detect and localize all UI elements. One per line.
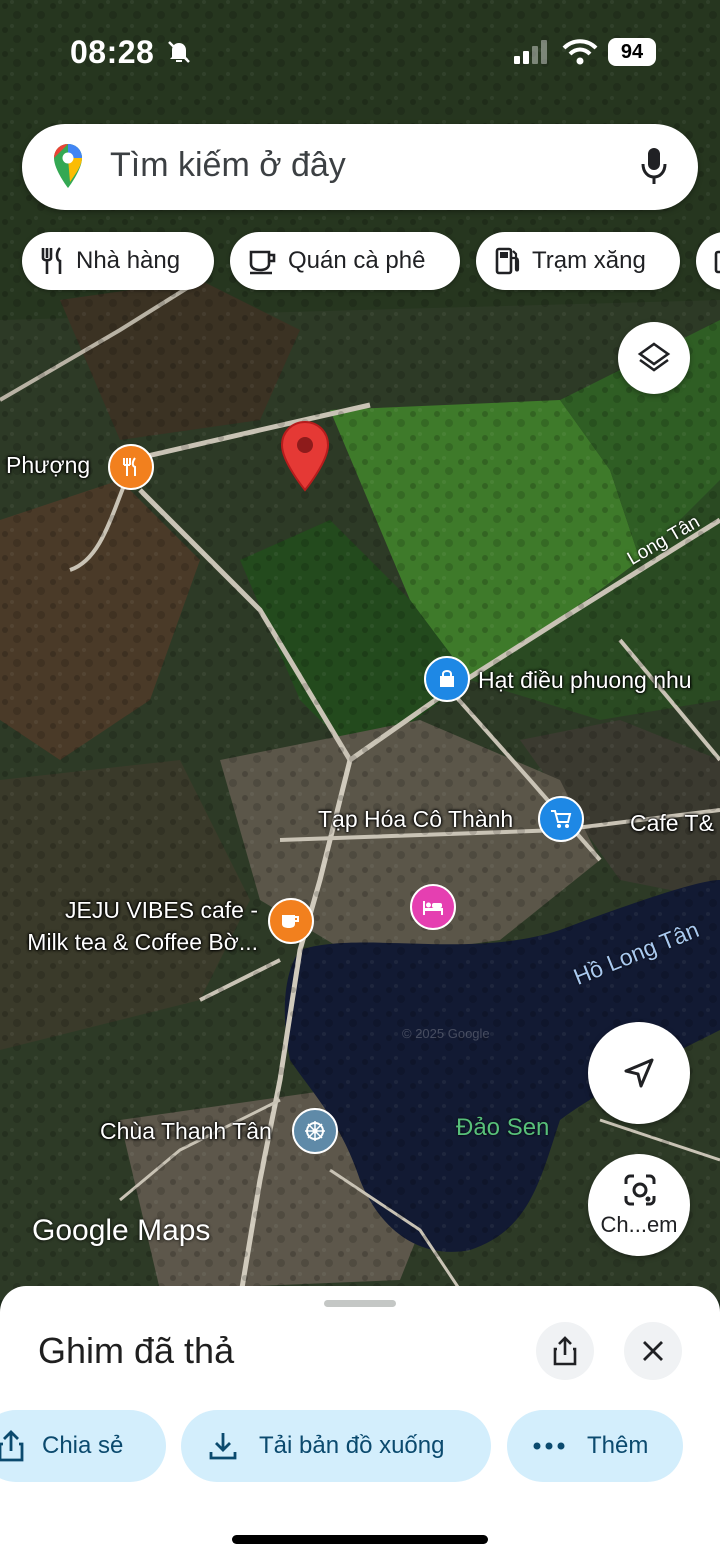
camera-lens-icon [624,1174,656,1206]
search-bar[interactable]: Tìm kiếm ở đây [22,124,698,210]
layers-button[interactable] [618,322,690,394]
restaurant-icon [41,247,62,274]
camera-search-button[interactable]: Ch...em [588,1154,690,1256]
chip-more[interactable] [696,232,720,290]
place-label-line1: JEJU VIBES cafe - [64,897,258,923]
my-location-button[interactable] [588,1022,690,1124]
chip-label: Nhà hàng [76,247,181,274]
coffee-icon [249,250,276,275]
cart-icon[interactable] [538,796,584,842]
place-label[interactable]: Chùa Thanh Tân [100,1118,272,1145]
chip-label: Quán cà phê [288,247,426,274]
download-icon [209,1433,237,1460]
shopping-bag-icon[interactable] [424,656,470,702]
coffee-icon[interactable] [268,898,314,944]
layers-icon [637,342,671,372]
home-indicator[interactable] [232,1535,488,1544]
island-label: Đảo Sen [456,1114,550,1141]
status-bar: 08:28 94 [0,0,720,100]
place-label[interactable]: JEJU VIBES cafe - Milk tea & Coffee Bờ..… [6,894,258,958]
share-icon [553,1336,577,1366]
more-dots-icon [533,1442,565,1450]
dropped-pin-icon[interactable] [280,420,330,492]
wifi-icon [562,39,598,65]
chip-label: Trạm xăng [532,247,646,274]
close-button[interactable] [624,1322,682,1380]
chip-restaurants[interactable]: Nhà hàng [22,232,214,290]
bell-slash-icon [168,41,190,63]
action-label: Tải bản đồ xuống [259,1432,445,1459]
dharma-wheel-icon[interactable] [292,1108,338,1154]
hotel-icon[interactable] [410,884,456,930]
place-label[interactable]: Cafe T& [630,810,714,837]
google-maps-pin-icon [54,144,82,188]
category-chips: Nhà hàng Quán cà phê Trạm xăng [0,232,720,292]
download-map-button[interactable]: Tải bản đồ xuống [181,1410,491,1482]
navigation-arrow-icon [624,1058,654,1088]
share-button[interactable] [536,1322,594,1380]
restaurant-icon[interactable] [108,444,154,490]
place-label[interactable]: Tạp Hóa Cô Thành [318,806,513,833]
chip-cafes[interactable]: Quán cà phê [230,232,460,290]
status-time: 08:28 [70,34,155,70]
place-label[interactable]: Hạt điều phuong nhu [478,667,692,694]
more-button[interactable]: Thêm [507,1410,683,1482]
signal-icon [514,40,547,64]
close-icon [643,1341,663,1361]
map-watermark: © 2025 Google [402,1026,490,1041]
microphone-icon[interactable] [640,146,668,188]
share-icon [0,1430,24,1462]
sheet-title: Ghim đã thả [38,1330,235,1371]
battery-indicator: 94 [608,38,656,66]
gas-station-icon [495,247,520,275]
place-bottom-sheet[interactable]: Ghim đã thả Chia sẻ Tải bản đồ xuống Thê… [0,1286,720,1560]
place-label-line2: Milk tea & Coffee Bờ... [27,929,258,955]
drag-handle[interactable] [324,1300,396,1307]
action-label: Chia sẻ [42,1432,124,1459]
chip-gas-stations[interactable]: Trạm xăng [476,232,680,290]
place-label[interactable]: Phượng [6,452,90,479]
share-action-button[interactable]: Chia sẻ [0,1410,166,1482]
google-maps-logo: Google Maps [32,1214,211,1247]
camera-label: Ch...em [600,1212,678,1237]
hotel-icon [714,250,720,274]
search-input[interactable]: Tìm kiếm ở đây [110,146,346,185]
action-label: Thêm [587,1432,649,1459]
